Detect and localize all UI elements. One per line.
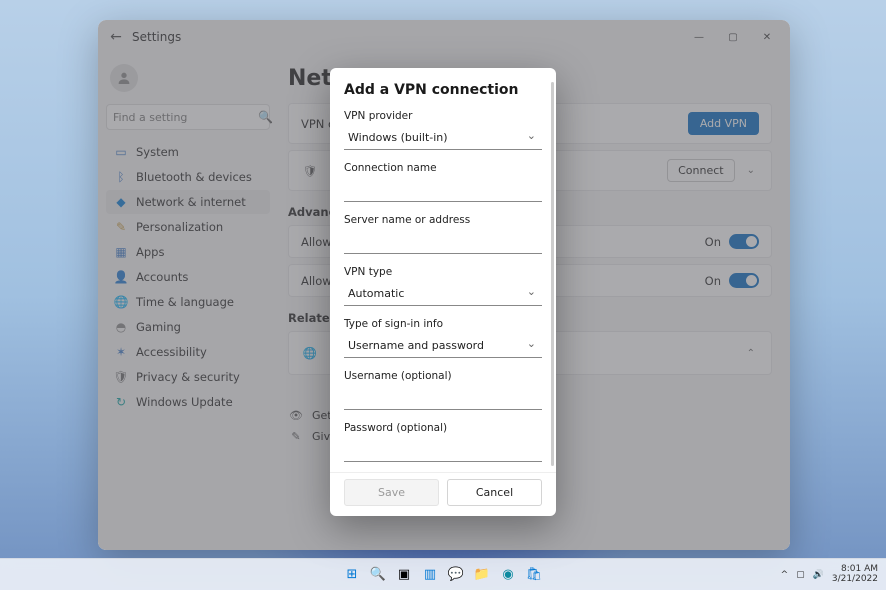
- search-taskbar-icon[interactable]: 🔍: [368, 565, 388, 585]
- desktop: ← Settings — ▢ ✕ 🔍 ▭System ᛒBluetooth & …: [0, 0, 886, 590]
- volume-tray-icon[interactable]: 🔊: [813, 570, 824, 580]
- start-icon[interactable]: ⊞: [342, 565, 362, 585]
- server-address-label: Server name or address: [344, 214, 542, 226]
- taskview-icon[interactable]: ▣: [394, 565, 414, 585]
- tray-chevron-icon[interactable]: ^: [781, 570, 789, 580]
- password-input[interactable]: [344, 438, 542, 462]
- cancel-button[interactable]: Cancel: [447, 479, 542, 506]
- signin-type-select[interactable]: Username and password: [344, 334, 542, 358]
- connection-name-label: Connection name: [344, 162, 542, 174]
- server-address-input[interactable]: [344, 230, 542, 254]
- vpn-provider-select[interactable]: Windows (built-in): [344, 126, 542, 150]
- taskbar: ⊞ 🔍 ▣ ▥ 💬 📁 ◉ 🛍 ^ ▢ 🔊 8:01 AM 3/21/2022: [0, 558, 886, 590]
- signin-type-label: Type of sign-in info: [344, 318, 542, 330]
- chat-icon[interactable]: 💬: [446, 565, 466, 585]
- username-label: Username (optional): [344, 370, 542, 382]
- vpn-type-label: VPN type: [344, 266, 542, 278]
- widgets-icon[interactable]: ▥: [420, 565, 440, 585]
- vpn-type-select[interactable]: Automatic: [344, 282, 542, 306]
- edge-icon[interactable]: ◉: [498, 565, 518, 585]
- add-vpn-dialog: Add a VPN connection VPN provider Window…: [330, 68, 556, 516]
- explorer-icon[interactable]: 📁: [472, 565, 492, 585]
- password-label: Password (optional): [344, 422, 542, 434]
- taskbar-center: ⊞ 🔍 ▣ ▥ 💬 📁 ◉ 🛍: [342, 565, 544, 585]
- system-tray: ^ ▢ 🔊 8:01 AM 3/21/2022: [781, 565, 878, 585]
- save-button: Save: [344, 479, 439, 506]
- vpn-provider-label: VPN provider: [344, 110, 542, 122]
- connection-name-input[interactable]: [344, 178, 542, 202]
- store-icon[interactable]: 🛍: [524, 565, 544, 585]
- dialog-title: Add a VPN connection: [344, 82, 542, 98]
- dialog-scrollbar[interactable]: [551, 82, 554, 466]
- clock-date: 3/21/2022: [832, 575, 878, 585]
- clock[interactable]: 8:01 AM 3/21/2022: [832, 565, 878, 585]
- network-tray-icon[interactable]: ▢: [796, 570, 805, 580]
- username-input[interactable]: [344, 386, 542, 410]
